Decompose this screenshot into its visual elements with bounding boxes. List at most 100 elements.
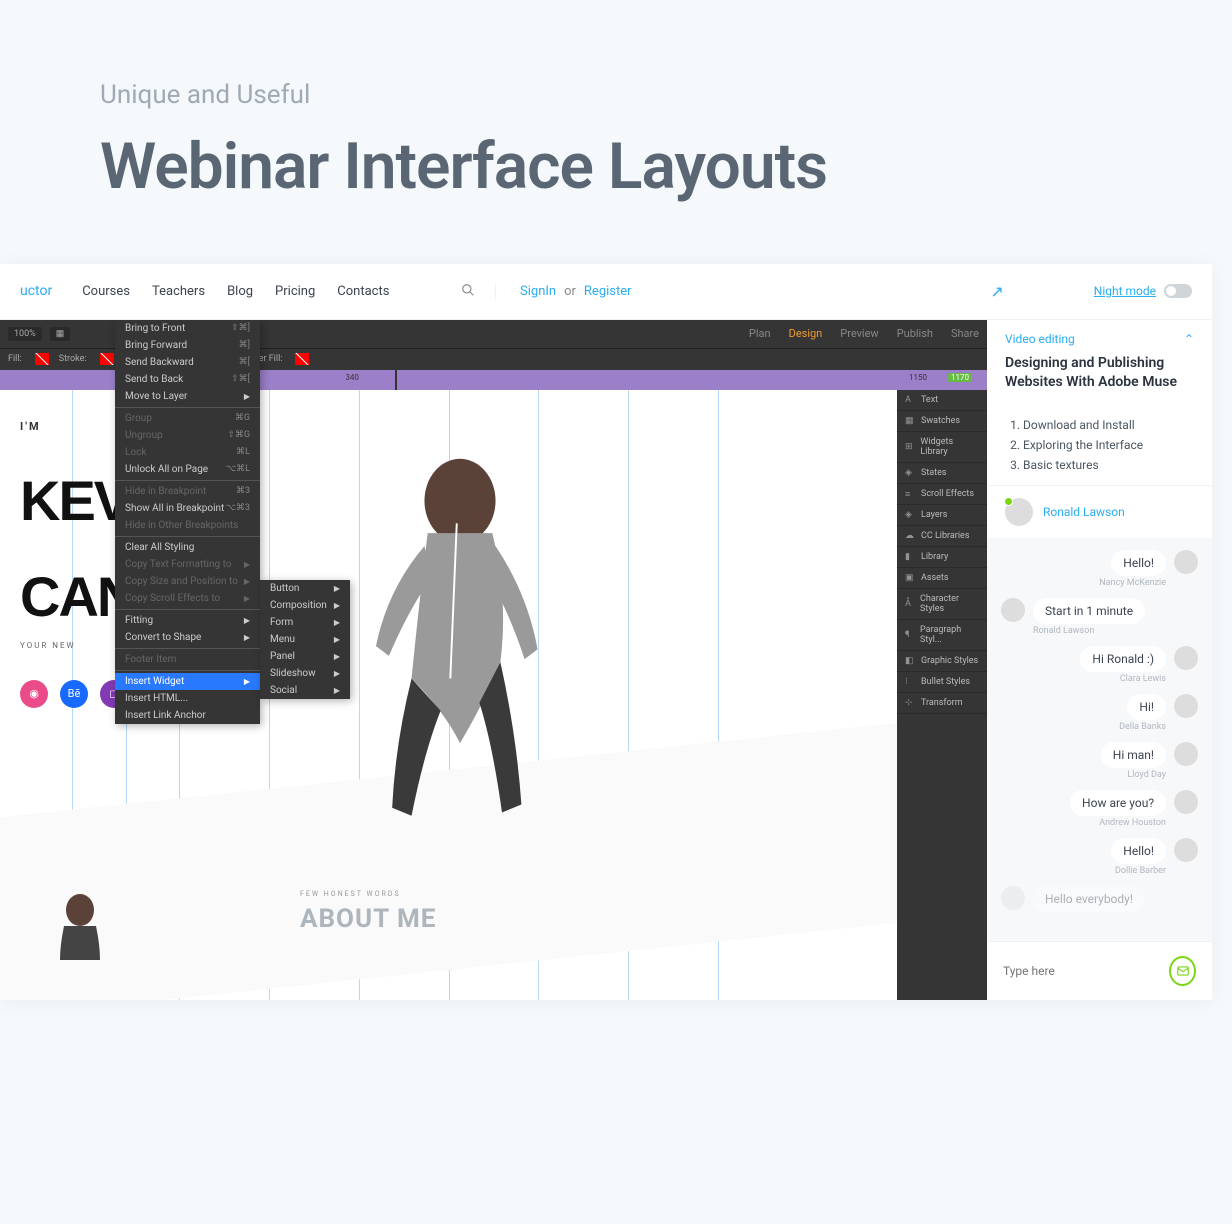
chat-avatar [1174, 646, 1198, 670]
panel-transform[interactable]: ⊹Transform [897, 693, 987, 714]
submenu-button[interactable]: Button▶ [260, 580, 350, 597]
chat-message: Start in 1 minute [1033, 598, 1145, 624]
chat-sender: Lloyd Day [1127, 770, 1166, 780]
ctx-fitting[interactable]: Fitting▶ [115, 612, 260, 629]
top-nav: uctor Courses Teachers Blog Pricing Cont… [0, 264, 1212, 320]
ctx-move-to-layer[interactable]: Move to Layer▶ [115, 388, 260, 405]
ruler-mark: 1150 [909, 373, 927, 382]
chat-area[interactable]: Hello! Nancy McKenzie Start in 1 minute Ron… [987, 538, 1212, 941]
ruler-mark: 340 [345, 373, 359, 382]
search-icon[interactable] [461, 282, 475, 301]
submenu-social[interactable]: Social▶ [260, 682, 350, 699]
panel-library[interactable]: ▮Library [897, 547, 987, 568]
panel-para-styles[interactable]: ¶Paragraph Styl... [897, 620, 987, 651]
ctx-hide-in-breakpoint: Hide in Breakpoint⌘3 [115, 483, 260, 500]
right-panels: AText ▦Swatches ⊞Widgets Library ◈States… [897, 390, 987, 1000]
nav-courses[interactable]: Courses [82, 284, 130, 299]
submenu-slideshow[interactable]: Slideshow▶ [260, 665, 350, 682]
layout-icon[interactable]: ▦ [50, 327, 71, 341]
context-menu: Bring to Front⇧⌘]Bring Forward⌘]Send Bac… [115, 320, 260, 724]
signin-link[interactable]: SignIn [520, 284, 556, 299]
panel-scroll[interactable]: ≡Scroll Effects [897, 484, 987, 505]
page-title: Webinar Interface Layouts [100, 130, 1132, 204]
fill-swatch[interactable] [35, 353, 49, 365]
stroke-swatch[interactable] [100, 353, 114, 365]
register-link[interactable]: Register [584, 284, 632, 299]
auth-or: or [564, 284, 576, 299]
ctx-send-backward[interactable]: Send Backward⌘[ [115, 354, 260, 371]
zoom-level[interactable]: 100% [8, 327, 42, 341]
submenu-menu[interactable]: Menu▶ [260, 631, 350, 648]
ctx-show-all-in-breakpoint[interactable]: Show All in Breakpoint⌥⌘3 [115, 500, 260, 517]
chat-sender: Clara Lewis [1120, 674, 1166, 684]
ctx-hide-in-other-breakpoints: Hide in Other Breakpoints [115, 517, 260, 534]
lesson-item[interactable]: Download and Install [1023, 415, 1194, 435]
lesson-item[interactable]: Basic textures [1023, 455, 1194, 475]
ctx-convert-to-shape[interactable]: Convert to Shape▶ [115, 629, 260, 646]
chat-sender: Ronald Lawson [1033, 626, 1094, 636]
ruler-mark-active: 1170 [948, 373, 972, 382]
panel-assets[interactable]: ▣Assets [897, 568, 987, 589]
panel-char-styles[interactable]: ÅCharacter Styles [897, 589, 987, 620]
submenu-panel[interactable]: Panel▶ [260, 648, 350, 665]
ctx-insert-html-[interactable]: Insert HTML... [115, 690, 260, 707]
nav-contacts[interactable]: Contacts [337, 284, 389, 299]
panel-layers[interactable]: ◈Layers [897, 505, 987, 526]
nav-teachers[interactable]: Teachers [152, 284, 205, 299]
chat-avatar [1001, 598, 1025, 622]
mode-plan[interactable]: Plan [749, 327, 771, 340]
ctx-lock: Lock⌘L [115, 444, 260, 461]
ctx-footer-item: Footer Item [115, 651, 260, 668]
sidebar-title: Designing and Publishing Websites With A… [1005, 354, 1194, 393]
about-pretitle: FEW HONEST WORDS [300, 890, 436, 898]
chat-message: Hi Ronald :) [1080, 646, 1166, 672]
submenu-composition[interactable]: Composition▶ [260, 597, 350, 614]
panel-cc[interactable]: ☁CC Libraries [897, 526, 987, 547]
ctx-ungroup: Ungroup⇧⌘G [115, 427, 260, 444]
chat-message: Hello! [1111, 550, 1166, 576]
browser-fill-swatch[interactable] [295, 353, 309, 365]
night-mode-toggle[interactable] [1164, 284, 1192, 298]
panel-states[interactable]: ◈States [897, 463, 987, 484]
panel-swatches[interactable]: ▦Swatches [897, 411, 987, 432]
expand-icon[interactable]: ↗ [990, 282, 1003, 301]
ctx-bring-to-front[interactable]: Bring to Front⇧⌘] [115, 320, 260, 337]
dribbble-icon[interactable]: ◉ [20, 680, 48, 708]
presenter-row: Ronald Lawson [987, 485, 1212, 538]
panel-graphic-styles[interactable]: ◧Graphic Styles [897, 651, 987, 672]
ctx-bring-forward[interactable]: Bring Forward⌘] [115, 337, 260, 354]
chat-avatar [1174, 550, 1198, 574]
panel-widgets[interactable]: ⊞Widgets Library [897, 432, 987, 463]
ctx-insert-link-anchor[interactable]: Insert Link Anchor [115, 707, 260, 724]
chevron-up-icon: ⌃ [1184, 332, 1194, 346]
auth-block: SignIn or Register [495, 284, 632, 299]
panel-bullet-styles[interactable]: ⁝Bullet Styles [897, 672, 987, 693]
send-button[interactable] [1169, 956, 1196, 986]
chat-avatar [1174, 838, 1198, 862]
ctx-insert-widget[interactable]: Insert Widget▶ [115, 673, 260, 690]
nav-blog[interactable]: Blog [227, 284, 253, 299]
mode-share[interactable]: Share [951, 327, 979, 340]
mode-publish[interactable]: Publish [897, 327, 933, 340]
chat-message: Hi! [1127, 694, 1166, 720]
chat-ghost: Hello everybody! [1033, 886, 1145, 912]
night-mode-link[interactable]: Night mode [1094, 284, 1156, 298]
chat-sender: Nancy McKenzie [1099, 578, 1166, 588]
presenter-name[interactable]: Ronald Lawson [1043, 505, 1125, 519]
nav-links: Courses Teachers Blog Pricing Contacts [82, 284, 441, 299]
ctx-send-to-back[interactable]: Send to Back⇧⌘[ [115, 371, 260, 388]
panel-text[interactable]: AText [897, 390, 987, 411]
chat-input[interactable] [1003, 964, 1159, 978]
app-window: uctor Courses Teachers Blog Pricing Cont… [0, 264, 1212, 1000]
mode-preview[interactable]: Preview [840, 327, 878, 340]
nav-pricing[interactable]: Pricing [275, 284, 315, 299]
ctx-unlock-all-on-page[interactable]: Unlock All on Page⌥⌘L [115, 461, 260, 478]
chat-avatar [1174, 742, 1198, 766]
ctx-clear-all-styling[interactable]: Clear All Styling [115, 539, 260, 556]
mode-design[interactable]: Design [789, 327, 823, 340]
ctx-copy-text-formatting-to: Copy Text Formatting to▶ [115, 556, 260, 573]
submenu-form[interactable]: Form▶ [260, 614, 350, 631]
sidebar-category[interactable]: Video editing⌃ [1005, 332, 1194, 346]
behance-icon[interactable]: Bē [60, 680, 88, 708]
lesson-item[interactable]: Exploring the Interface [1023, 435, 1194, 455]
